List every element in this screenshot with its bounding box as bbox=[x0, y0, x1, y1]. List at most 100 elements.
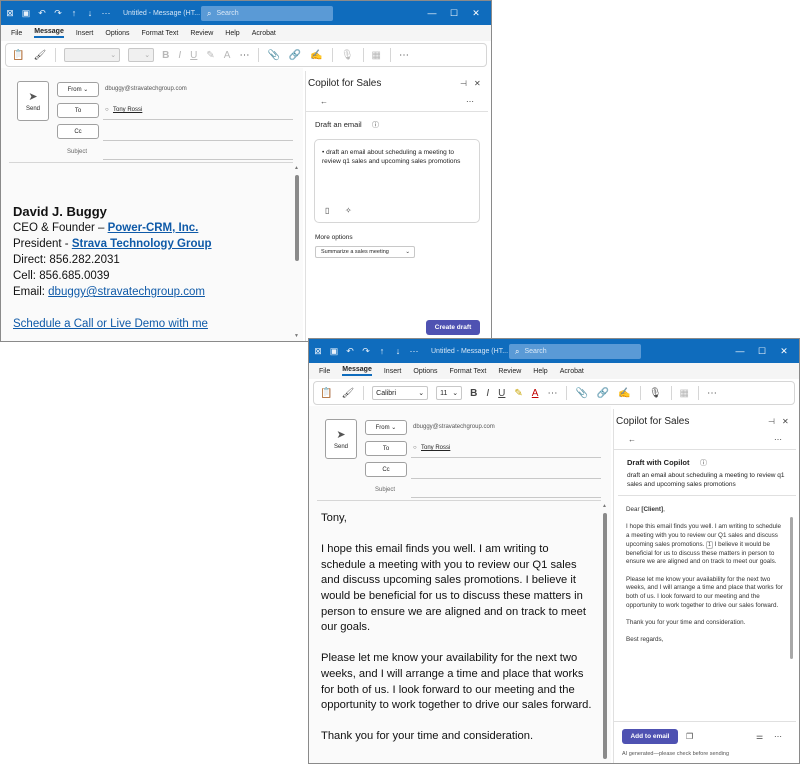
tab-insert[interactable]: Insert bbox=[76, 30, 94, 37]
more-icon[interactable]: ⋯ bbox=[239, 50, 249, 61]
tab-file[interactable]: File bbox=[319, 368, 330, 375]
maximize-icon[interactable]: ☐ bbox=[443, 8, 465, 19]
minimize-icon[interactable]: — bbox=[421, 8, 443, 18]
more-icon[interactable]: ⋯ bbox=[707, 388, 717, 399]
font-color-icon[interactable]: A bbox=[532, 388, 539, 399]
tab-options[interactable]: Options bbox=[413, 368, 437, 375]
pin-icon[interactable]: ⊣ bbox=[768, 417, 775, 426]
more-icon[interactable]: ⋯ bbox=[774, 435, 782, 444]
up-arrow-icon[interactable]: ↑ bbox=[67, 6, 81, 20]
scroll-down-icon[interactable]: ▼ bbox=[294, 333, 299, 339]
subject-field[interactable] bbox=[103, 159, 293, 160]
minimize-icon[interactable]: — bbox=[729, 346, 751, 356]
more-icon[interactable]: ⋯ bbox=[774, 732, 782, 741]
tab-format-text[interactable]: Format Text bbox=[450, 368, 487, 375]
signature-icon[interactable]: ✍ bbox=[618, 388, 630, 399]
tab-help[interactable]: Help bbox=[533, 368, 547, 375]
down-arrow-icon[interactable]: ↓ bbox=[391, 344, 405, 358]
font-color-icon[interactable]: A bbox=[224, 50, 231, 61]
attach-icon[interactable]: 📎 bbox=[575, 388, 587, 399]
strava-link[interactable]: Strava Technology Group bbox=[72, 238, 212, 250]
subject-field[interactable] bbox=[411, 497, 601, 498]
undo-icon[interactable]: ↶ bbox=[35, 6, 49, 20]
save-icon[interactable]: ▣ bbox=[327, 344, 341, 358]
add-to-email-button[interactable]: Add to email bbox=[622, 729, 678, 744]
signature-icon[interactable]: ✍ bbox=[310, 50, 322, 61]
sparkle-icon[interactable]: ✧ bbox=[345, 206, 352, 215]
attach-icon[interactable]: 📎 bbox=[267, 50, 279, 61]
cc-button[interactable]: Cc bbox=[365, 462, 407, 477]
tab-review[interactable]: Review bbox=[498, 368, 521, 375]
tab-acrobat[interactable]: Acrobat bbox=[560, 368, 584, 375]
to-button[interactable]: To bbox=[57, 103, 99, 118]
copy-icon[interactable]: ❐ bbox=[686, 732, 693, 741]
italic-icon[interactable]: I bbox=[486, 388, 489, 399]
dictate-icon[interactable]: 🎙 bbox=[341, 50, 354, 61]
pin-icon[interactable]: ⊣ bbox=[460, 79, 467, 88]
tab-message[interactable]: Message bbox=[342, 366, 372, 376]
send-button[interactable]: ➤ Send bbox=[17, 81, 49, 121]
from-button[interactable]: From ⌄ bbox=[57, 82, 99, 97]
signature-email-link[interactable]: dbuggy@stravatechgroup.com bbox=[48, 286, 205, 298]
more-icon[interactable]: ⋯ bbox=[399, 50, 409, 61]
link-icon[interactable]: 🔗 bbox=[289, 50, 301, 61]
font-name-combo[interactable]: ⌄ bbox=[64, 48, 121, 62]
from-button[interactable]: From ⌄ bbox=[365, 420, 407, 435]
tab-insert[interactable]: Insert bbox=[384, 368, 402, 375]
font-name-combo[interactable]: Calibri ⌄ bbox=[372, 386, 429, 400]
draft-scrollbar[interactable] bbox=[790, 517, 793, 659]
tab-format-text[interactable]: Format Text bbox=[142, 30, 179, 37]
more-icon[interactable]: ⋯ bbox=[547, 388, 557, 399]
more-icon[interactable]: ⋯ bbox=[99, 6, 113, 20]
maximize-icon[interactable]: ☐ bbox=[751, 346, 773, 357]
redo-icon[interactable]: ↷ bbox=[51, 6, 65, 20]
cc-field-line[interactable] bbox=[103, 140, 293, 141]
prompt-input[interactable]: • draft an email about scheduling a meet… bbox=[314, 139, 480, 223]
paste-icon[interactable]: 📋 bbox=[320, 388, 332, 399]
tab-options[interactable]: Options bbox=[105, 30, 129, 37]
highlight-icon[interactable]: ✎ bbox=[206, 50, 214, 61]
body-scrollbar[interactable] bbox=[603, 513, 607, 759]
cc-field-line[interactable] bbox=[411, 478, 601, 479]
italic-icon[interactable]: I bbox=[178, 50, 181, 61]
more-icon[interactable]: ⋯ bbox=[466, 97, 474, 106]
scroll-up-icon[interactable]: ▲ bbox=[294, 165, 299, 171]
options-select[interactable]: Summarize a sales meeting ⌄ bbox=[315, 246, 415, 258]
back-arrow-icon[interactable]: ← bbox=[628, 435, 636, 444]
tab-file[interactable]: File bbox=[11, 30, 22, 37]
close-icon[interactable]: ✕ bbox=[474, 79, 481, 88]
send-button[interactable]: ➤ Send bbox=[325, 419, 357, 459]
close-icon[interactable]: ✕ bbox=[782, 417, 789, 426]
font-size-combo[interactable]: ⌄ bbox=[128, 48, 155, 62]
more-icon[interactable]: ⋯ bbox=[407, 344, 421, 358]
dictate-icon[interactable]: 🎙 bbox=[649, 388, 662, 399]
search-box[interactable]: ⌕ Search bbox=[509, 344, 641, 359]
close-window-icon[interactable]: ✕ bbox=[773, 346, 795, 357]
apps-icon[interactable]: ▦ bbox=[372, 50, 381, 61]
paste-icon[interactable]: 📋 bbox=[12, 50, 24, 61]
to-recipient[interactable]: Tony Rossi bbox=[113, 107, 142, 113]
undo-icon[interactable]: ↶ bbox=[343, 344, 357, 358]
bold-icon[interactable]: B bbox=[162, 50, 169, 61]
tab-acrobat[interactable]: Acrobat bbox=[252, 30, 276, 37]
tab-help[interactable]: Help bbox=[225, 30, 239, 37]
tab-review[interactable]: Review bbox=[190, 30, 213, 37]
email-body[interactable]: Tony, I hope this email finds you well. … bbox=[321, 511, 593, 761]
underline-icon[interactable]: U bbox=[190, 50, 197, 61]
down-arrow-icon[interactable]: ↓ bbox=[83, 6, 97, 20]
clipboard-icon[interactable]: ▯ bbox=[325, 206, 329, 215]
back-arrow-icon[interactable]: ← bbox=[320, 97, 328, 106]
up-arrow-icon[interactable]: ↑ bbox=[375, 344, 389, 358]
underline-icon[interactable]: U bbox=[498, 388, 505, 399]
link-icon[interactable]: 🔗 bbox=[597, 388, 609, 399]
info-icon[interactable]: ⓘ bbox=[700, 458, 707, 468]
to-recipient[interactable]: Tony Rossi bbox=[421, 445, 450, 451]
scroll-up-icon[interactable]: ▲ bbox=[602, 503, 607, 509]
info-icon[interactable]: ⓘ bbox=[372, 120, 379, 130]
save-icon[interactable]: ▣ bbox=[19, 6, 33, 20]
settings-sliders-icon[interactable]: ⚌ bbox=[756, 732, 763, 741]
bold-icon[interactable]: B bbox=[470, 388, 477, 399]
apps-icon[interactable]: ▦ bbox=[680, 388, 689, 399]
citation-badge[interactable]: 1 bbox=[706, 540, 713, 549]
redo-icon[interactable]: ↷ bbox=[359, 344, 373, 358]
